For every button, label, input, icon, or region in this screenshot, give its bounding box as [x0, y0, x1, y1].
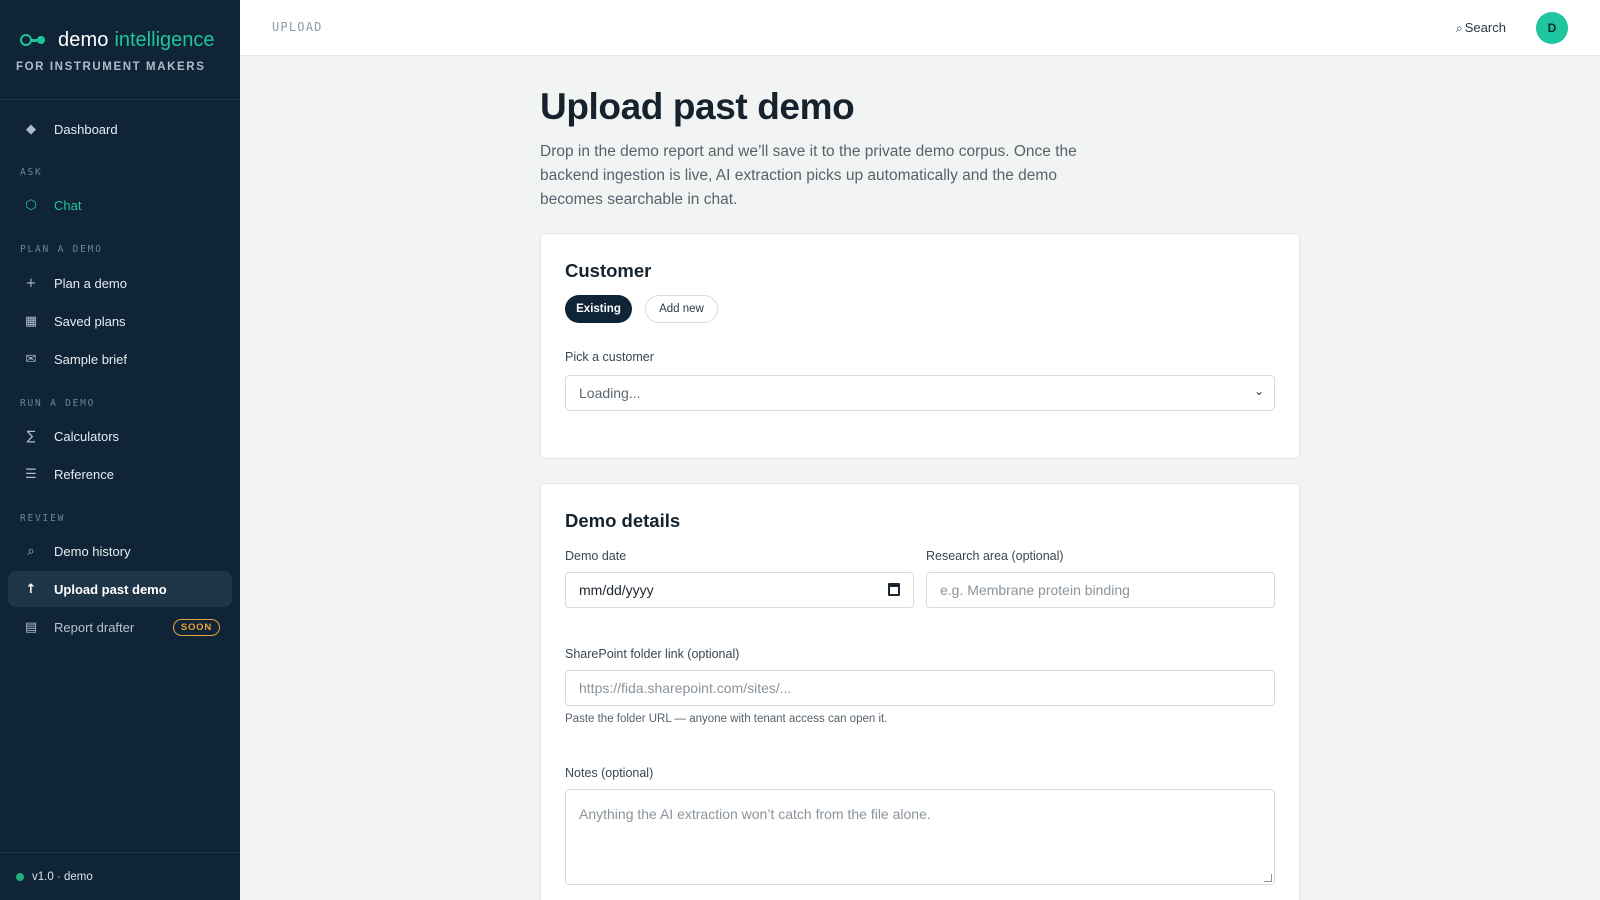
sidebar-item-label: Demo history	[54, 543, 131, 559]
soon-badge: SOON	[172, 619, 220, 636]
grid-icon: ▦	[24, 313, 38, 329]
sidebar-item-label: Reference	[54, 466, 114, 482]
sidebar-item-label: Upload past demo	[54, 581, 167, 597]
diamond-icon: ◆	[26, 121, 36, 137]
sharepoint-help: Paste the folder URL — anyone with tenan…	[565, 713, 888, 725]
sidebar-item-calculators[interactable]: ∑ Calculators	[8, 418, 232, 454]
sidebar-item-saved-plans[interactable]: ▦ Saved plans	[8, 303, 232, 339]
logo-icon	[20, 33, 46, 47]
sidebar-footer: v1.0 · demo	[0, 852, 240, 900]
notes-label: Notes (optional)	[565, 766, 654, 780]
document-icon: ▤	[24, 619, 38, 635]
sidebar-item-label: Report drafter	[54, 619, 135, 635]
research-area-input[interactable]: e.g. Membrane protein binding	[926, 572, 1275, 608]
chevron-down-icon: ⌄	[1253, 384, 1264, 398]
version-label: v1.0 · demo	[32, 870, 93, 883]
resize-handle-icon[interactable]	[1264, 874, 1272, 882]
demo-date-placeholder: mm/dd/yyyy	[579, 582, 654, 598]
sidebar: demo intelligence FOR INSTRUMENT MAKERS …	[0, 0, 240, 900]
section-label-review: REVIEW	[20, 513, 66, 524]
breadcrumb: UPLOAD	[272, 20, 323, 34]
brand-subtitle: FOR INSTRUMENT MAKERS	[16, 61, 206, 73]
brand-logo-row[interactable]: demo intelligence	[20, 28, 240, 52]
sidebar-item-report-drafter[interactable]: ▤ Report drafter SOON	[8, 609, 232, 645]
section-label-run: RUN A DEMO	[20, 398, 96, 409]
status-dot-icon	[16, 872, 24, 881]
sidebar-item-label: Dashboard	[54, 121, 118, 137]
customer-title: Customer	[565, 260, 652, 281]
search-button[interactable]: ⌕ Search	[1456, 20, 1506, 36]
sharepoint-placeholder: https://fida.sharepoint.com/sites/...	[579, 680, 792, 696]
sidebar-item-plan-a-demo[interactable]: + Plan a demo	[8, 265, 232, 301]
demo-date-input[interactable]: mm/dd/yyyy	[565, 572, 914, 608]
envelope-icon: ✉	[25, 351, 37, 367]
calendar-icon[interactable]	[888, 583, 900, 596]
sigma-icon: ∑	[26, 428, 36, 444]
pick-customer-label: Pick a customer	[565, 350, 654, 364]
notes-textarea[interactable]: Anything the AI extraction won’t catch f…	[565, 789, 1275, 885]
sidebar-item-label: Sample brief	[54, 351, 127, 367]
sharepoint-label: SharePoint folder link (optional)	[565, 647, 740, 661]
page-title: Upload past demo	[540, 86, 855, 127]
research-area-placeholder: e.g. Membrane protein binding	[940, 582, 1130, 598]
section-label-plan: PLAN A DEMO	[20, 244, 103, 255]
page-description: Drop in the demo report and we’ll save i…	[540, 143, 1077, 208]
research-area-label: Research area (optional)	[926, 549, 1064, 563]
customer-card: Customer Existing Add new Pick a custome…	[540, 233, 1300, 459]
sidebar-item-label: Plan a demo	[54, 275, 127, 291]
demo-details-card: Demo details Demo date mm/dd/yyyy Resear…	[540, 483, 1300, 900]
section-label-ask: ASK	[20, 167, 43, 178]
brand-name: demo	[58, 28, 109, 51]
hexagon-icon: ⬡	[25, 197, 37, 213]
sidebar-item-demo-history[interactable]: ⌕ Demo history	[8, 533, 232, 569]
sidebar-item-dashboard[interactable]: ◆ Dashboard	[8, 111, 232, 147]
plus-icon: +	[25, 275, 37, 291]
add-new-toggle[interactable]: Add new	[645, 295, 718, 323]
search-icon: ⌕	[1456, 21, 1463, 35]
avatar[interactable]: D	[1536, 12, 1568, 44]
demo-date-label: Demo date	[565, 549, 627, 563]
sidebar-item-chat[interactable]: ⬡ Chat	[8, 187, 232, 223]
search-label: Search	[1464, 20, 1506, 35]
demo-details-title: Demo details	[565, 510, 681, 531]
brand-accent: intelligence	[114, 28, 215, 51]
customer-select[interactable]: Loading... ⌄	[565, 375, 1275, 411]
search-icon: ⌕	[27, 543, 35, 559]
sidebar-item-label: Chat	[54, 197, 82, 213]
list-icon: ☰	[25, 466, 37, 482]
sidebar-item-sample-brief[interactable]: ✉ Sample brief	[8, 341, 232, 377]
sharepoint-input[interactable]: https://fida.sharepoint.com/sites/...	[565, 670, 1275, 706]
brand: demo intelligence FOR INSTRUMENT MAKERS	[0, 0, 240, 100]
topbar: UPLOAD ⌕ Search D	[240, 0, 1600, 56]
sidebar-item-label: Saved plans	[54, 313, 126, 329]
arrow-up-icon: ↑	[25, 581, 37, 597]
customer-select-value: Loading...	[579, 385, 641, 401]
sidebar-item-label: Calculators	[54, 428, 120, 444]
sidebar-item-reference[interactable]: ☰ Reference	[8, 456, 232, 492]
notes-placeholder: Anything the AI extraction won’t catch f…	[579, 806, 931, 822]
existing-toggle[interactable]: Existing	[565, 295, 632, 323]
sidebar-item-upload-past-demo[interactable]: ↑ Upload past demo	[8, 571, 232, 607]
